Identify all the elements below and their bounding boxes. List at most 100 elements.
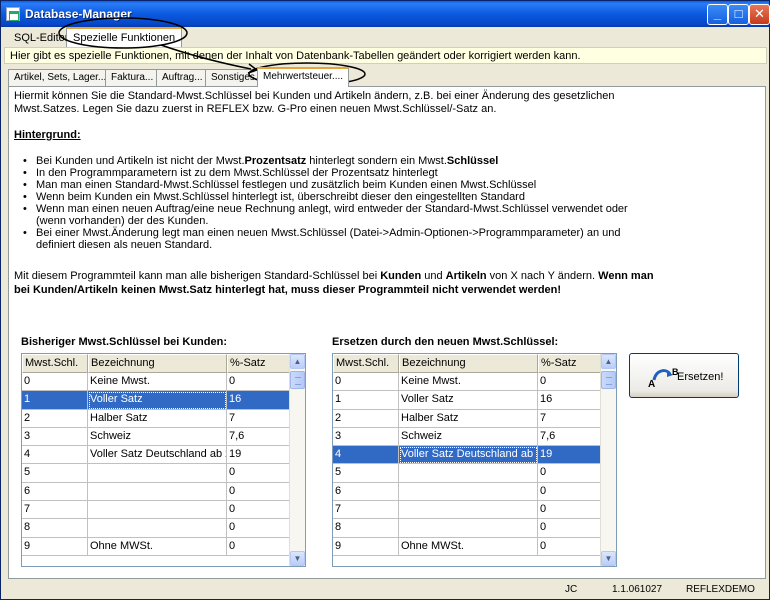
table-cell[interactable]: 0: [538, 373, 601, 392]
column-header[interactable]: Mwst.Schl.: [22, 354, 88, 373]
tab-spezielle-funktionen[interactable]: Spezielle Funktionen: [66, 27, 183, 47]
table-cell[interactable]: [88, 464, 227, 483]
table-cell[interactable]: 7: [538, 409, 601, 428]
table-cell[interactable]: 5: [22, 464, 88, 483]
table-row[interactable]: 80: [22, 519, 290, 538]
table-cell[interactable]: Voller Satz: [88, 391, 227, 410]
old-mwst-key-grid[interactable]: Mwst.Schl. Bezeichnung %-Satz 0 Keine Mws…: [21, 353, 306, 567]
table-cell[interactable]: 0: [538, 519, 601, 538]
table-row[interactable]: 50: [22, 464, 290, 483]
table-cell[interactable]: Voller Satz Deutschland ab 2: [88, 446, 227, 465]
table-cell[interactable]: 0: [538, 537, 601, 556]
table-cell[interactable]: 7,6: [227, 427, 290, 447]
column-header[interactable]: Bezeichnung: [399, 354, 538, 373]
table-cell[interactable]: Ohne MWSt.: [88, 537, 227, 556]
table-row[interactable]: 50: [333, 464, 601, 483]
maximize-button[interactable]: □: [728, 4, 749, 25]
tab-sonstiges[interactable]: Sonstiges: [205, 69, 261, 86]
table-cell[interactable]: 7: [227, 409, 290, 428]
table-cell[interactable]: Halber Satz: [88, 409, 227, 428]
table-cell[interactable]: 0: [227, 464, 290, 483]
table-row[interactable]: 60: [333, 482, 601, 502]
table-cell[interactable]: 7,6: [538, 427, 601, 447]
table-cell[interactable]: [399, 464, 538, 483]
table-row[interactable]: 2 Halber Satz 7: [22, 409, 290, 428]
table-cell[interactable]: [88, 519, 227, 538]
table-row[interactable]: 60: [22, 482, 290, 502]
replace-button[interactable]: A B Ersetzen!: [629, 353, 739, 398]
table-cell[interactable]: 1: [333, 391, 399, 410]
table-cell[interactable]: 4: [22, 446, 88, 465]
table-cell[interactable]: 3: [333, 427, 399, 447]
table-cell[interactable]: 4: [333, 446, 399, 465]
table-cell[interactable]: 7: [22, 501, 88, 520]
table-cell[interactable]: 16: [227, 391, 290, 410]
table-cell[interactable]: Voller Satz: [399, 391, 538, 410]
table-cell[interactable]: Halber Satz: [399, 409, 538, 428]
column-header[interactable]: %-Satz: [538, 354, 601, 373]
tab-artikel-sets-lager[interactable]: Artikel, Sets, Lager...: [8, 69, 113, 86]
title-bar[interactable]: Database-Manager _ □ ✕: [1, 1, 770, 27]
table-row[interactable]: 1 Voller Satz 16: [333, 391, 601, 410]
table-row[interactable]: 3 Schweiz 7,6: [22, 427, 290, 447]
table-row[interactable]: 70: [22, 501, 290, 520]
table-cell[interactable]: Ohne MWSt.: [399, 537, 538, 556]
table-cell[interactable]: 0: [227, 537, 290, 556]
new-mwst-key-grid[interactable]: Mwst.Schl. Bezeichnung %-Satz 0 Keine Mws…: [332, 353, 617, 567]
table-row[interactable]: 0 Keine Mwst. 0: [333, 373, 601, 392]
scroll-down-icon[interactable]: ▼: [290, 551, 305, 566]
table-row[interactable]: 1 Voller Satz 16: [22, 391, 290, 410]
table-row[interactable]: 9 Ohne MWSt. 0: [22, 537, 290, 556]
table-cell[interactable]: 0: [227, 373, 290, 392]
table-cell[interactable]: 6: [333, 482, 399, 502]
column-header[interactable]: Bezeichnung: [88, 354, 227, 373]
column-header[interactable]: %-Satz: [227, 354, 290, 373]
table-row[interactable]: 3 Schweiz 7,6: [333, 427, 601, 447]
table-cell[interactable]: 8: [333, 519, 399, 538]
table-cell[interactable]: Voller Satz Deutschland ab 2: [399, 446, 538, 465]
table-cell[interactable]: 9: [22, 537, 88, 556]
vertical-scrollbar[interactable]: ▲ ▼: [289, 354, 305, 566]
table-cell[interactable]: 19: [538, 446, 601, 465]
table-cell[interactable]: 5: [333, 464, 399, 483]
table-cell[interactable]: 2: [333, 409, 399, 428]
table-cell[interactable]: 0: [227, 501, 290, 520]
table-row[interactable]: 4 Voller Satz Deutschland ab 2 19: [22, 446, 290, 465]
scroll-up-icon[interactable]: ▲: [601, 354, 616, 369]
tab-auftrag[interactable]: Auftrag...: [156, 69, 209, 86]
table-row[interactable]: 0 Keine Mwst. 0: [22, 373, 290, 392]
table-cell[interactable]: Keine Mwst.: [399, 373, 538, 392]
table-cell[interactable]: 0: [538, 482, 601, 502]
minimize-button[interactable]: _: [707, 4, 728, 25]
table-row[interactable]: 70: [333, 501, 601, 520]
table-row[interactable]: 9 Ohne MWSt. 0: [333, 537, 601, 556]
table-row[interactable]: 80: [333, 519, 601, 538]
table-cell[interactable]: [88, 482, 227, 502]
scroll-thumb[interactable]: [290, 371, 305, 389]
table-cell[interactable]: 3: [22, 427, 88, 447]
table-cell[interactable]: [399, 501, 538, 520]
tab-faktura[interactable]: Faktura...: [105, 69, 160, 86]
table-cell[interactable]: 1: [22, 391, 88, 410]
table-cell[interactable]: 0: [22, 373, 88, 392]
table-cell[interactable]: Keine Mwst.: [88, 373, 227, 392]
table-row[interactable]: 4 Voller Satz Deutschland ab 2 19: [333, 446, 601, 465]
table-cell[interactable]: 7: [333, 501, 399, 520]
table-cell[interactable]: 0: [333, 373, 399, 392]
table-cell[interactable]: 6: [22, 482, 88, 502]
column-header[interactable]: Mwst.Schl.: [333, 354, 399, 373]
scroll-thumb[interactable]: [601, 371, 616, 389]
table-cell[interactable]: Schweiz: [88, 427, 227, 447]
table-cell[interactable]: 16: [538, 391, 601, 410]
close-button[interactable]: ✕: [749, 4, 770, 25]
vertical-scrollbar[interactable]: ▲ ▼: [600, 354, 616, 566]
table-cell[interactable]: 19: [227, 446, 290, 465]
scroll-up-icon[interactable]: ▲: [290, 354, 305, 369]
table-cell[interactable]: 0: [538, 501, 601, 520]
table-cell[interactable]: 0: [227, 482, 290, 502]
table-cell[interactable]: [399, 482, 538, 502]
tab-mehrwertsteuer[interactable]: Mehrwertsteuer....: [257, 67, 350, 87]
table-cell[interactable]: 0: [227, 519, 290, 538]
table-cell[interactable]: [88, 501, 227, 520]
table-cell[interactable]: [399, 519, 538, 538]
